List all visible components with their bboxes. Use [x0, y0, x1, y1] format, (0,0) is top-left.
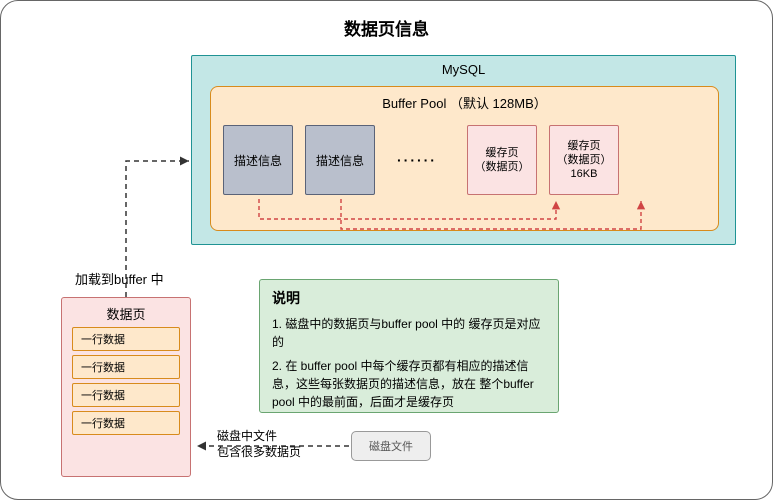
explanation-point: 1. 磁盘中的数据页与buffer pool 中的 缓存页是对应的: [272, 315, 546, 351]
cache-page-line: （数据页）: [556, 153, 611, 167]
cache-page-line: 缓存页: [485, 146, 518, 160]
data-page-container: 数据页 一行数据 一行数据 一行数据 一行数据: [61, 297, 191, 477]
cache-page-box: 缓存页 （数据页） 16KB: [549, 125, 619, 195]
load-to-buffer-label: 加载到buffer 中: [75, 269, 164, 288]
data-row: 一行数据: [72, 355, 180, 379]
data-row: 一行数据: [72, 411, 180, 435]
ellipsis: ······: [397, 152, 437, 168]
explanation-point: 2. 在 buffer pool 中每个缓存页都有相应的描述信息，这些每张数据页…: [272, 357, 546, 411]
cache-page-line: 16KB: [571, 167, 598, 181]
cache-page-box: 缓存页 （数据页）: [467, 125, 537, 195]
diagram-title: 数据页信息: [1, 15, 772, 40]
disk-label-line: 包含很多数据页: [217, 445, 301, 459]
disk-label-line: 磁盘中文件: [217, 429, 277, 443]
data-row: 一行数据: [72, 327, 180, 351]
data-page-title: 数据页: [62, 304, 190, 323]
desc-info-box: 描述信息: [305, 125, 375, 195]
data-row: 一行数据: [72, 383, 180, 407]
mysql-label: MySQL: [192, 62, 735, 77]
buffer-pool-label: Buffer Pool （默认 128MB）: [211, 93, 718, 112]
buffer-pool-container: Buffer Pool （默认 128MB） 描述信息 描述信息 ······ …: [210, 86, 719, 231]
cache-page-line: （数据页）: [474, 160, 529, 174]
mysql-container: MySQL Buffer Pool （默认 128MB） 描述信息 描述信息 ·…: [191, 55, 736, 245]
explanation-box: 说明 1. 磁盘中的数据页与buffer pool 中的 缓存页是对应的 2. …: [259, 279, 559, 413]
explanation-title: 说明: [272, 288, 546, 309]
cache-page-line: 缓存页: [567, 139, 600, 153]
desc-info-box: 描述信息: [223, 125, 293, 195]
disk-file-box: 磁盘文件: [351, 431, 431, 461]
disk-label: 磁盘中文件 包含很多数据页: [217, 429, 301, 460]
